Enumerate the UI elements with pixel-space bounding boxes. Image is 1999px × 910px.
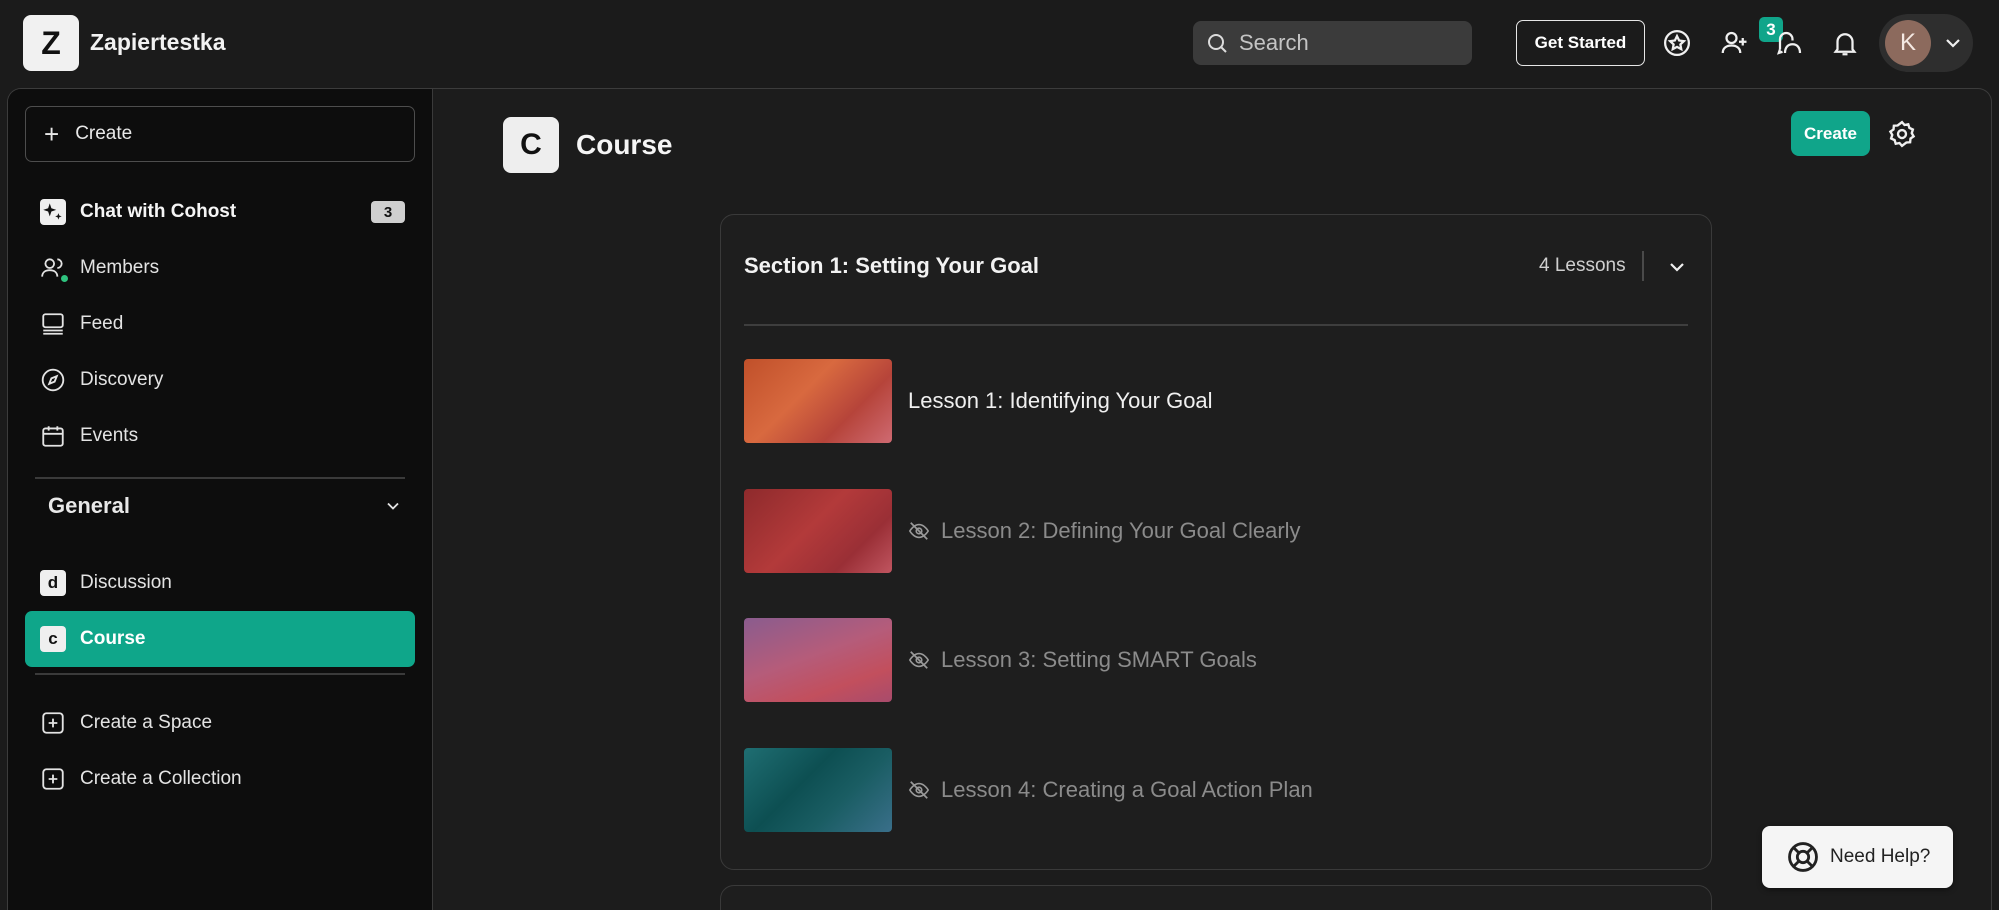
messages-icon: [1776, 31, 1802, 55]
lesson-title[interactable]: Lesson 1: Identifying Your Goal: [908, 388, 1213, 414]
gear-icon[interactable]: [1887, 119, 1917, 149]
eye-off-icon: [908, 522, 930, 540]
get-started-button[interactable]: Get Started: [1516, 20, 1645, 66]
course-icon-wrap: c: [40, 626, 66, 652]
lesson-title-text: Lesson 2: Defining Your Goal Clearly: [941, 518, 1301, 543]
messages-button[interactable]: [1773, 26, 1807, 60]
sidebar-item-discussion[interactable]: d Discussion: [25, 555, 415, 611]
lesson-title[interactable]: Lesson 2: Defining Your Goal Clearly: [908, 518, 1301, 544]
search-input[interactable]: [1239, 30, 1459, 56]
feed-icon: [40, 311, 66, 337]
sidebar-item-feed[interactable]: Feed: [25, 296, 415, 352]
online-status-dot: [60, 274, 69, 283]
chevron-down-icon[interactable]: [1941, 31, 1965, 55]
lesson-thumbnail[interactable]: [744, 618, 892, 702]
chevron-down-icon[interactable]: [1665, 255, 1689, 279]
account-menu[interactable]: K: [1879, 14, 1973, 72]
lesson-thumbnail[interactable]: [744, 489, 892, 573]
plus-square-icon: [40, 766, 66, 792]
chevron-down-icon[interactable]: [383, 496, 403, 516]
lesson-row[interactable]: Lesson 4: Creating a Goal Action Plan: [744, 748, 1684, 832]
star-badge-icon: [1664, 30, 1690, 56]
sidebar-group-label: General: [48, 493, 130, 518]
discussion-space-icon: d: [40, 570, 66, 596]
lifebuoy-icon: [1788, 842, 1818, 872]
eye-off-icon: [908, 781, 930, 799]
lesson-title[interactable]: Lesson 4: Creating a Goal Action Plan: [908, 777, 1313, 803]
sidebar-item-label: Course: [80, 628, 146, 649]
lesson-thumbnail[interactable]: [744, 359, 892, 443]
plus-square-icon: [40, 710, 66, 736]
sparkle-icon-wrap: [40, 199, 66, 225]
calendar-icon: [40, 423, 66, 449]
need-help-button[interactable]: Need Help?: [1762, 826, 1953, 888]
sidebar-item-label: Events: [80, 425, 139, 446]
app-frame: + Create Chat with Cohost 3 Members Feed…: [7, 88, 1992, 910]
plus-icon: +: [44, 119, 60, 149]
sidebar-item-label: Create a Collection: [80, 768, 242, 789]
lesson-title-text: Lesson 1: Identifying Your Goal: [908, 388, 1213, 413]
page-title: Course: [576, 129, 673, 160]
lesson-row[interactable]: Lesson 3: Setting SMART Goals: [744, 618, 1684, 702]
avatar[interactable]: K: [1885, 20, 1931, 66]
members-icon: [40, 255, 69, 283]
header-separator: [1642, 251, 1644, 281]
lessons-count: 4 Lessons: [1539, 255, 1626, 276]
search-icon: [1208, 34, 1227, 53]
search-box[interactable]: [1193, 21, 1472, 65]
sidebar-item-chat-with-cohost[interactable]: Chat with Cohost 3: [25, 184, 415, 240]
sidebar-item-label: Create a Space: [80, 712, 213, 733]
discussion-icon-wrap: d: [40, 570, 66, 596]
sidebar-item-discovery[interactable]: Discovery: [25, 352, 415, 408]
create-lesson-button[interactable]: Create: [1791, 111, 1870, 156]
section-title[interactable]: Section 1: Setting Your Goal: [744, 253, 1039, 279]
add-user-icon: [1721, 31, 1747, 54]
sidebar-item-members[interactable]: Members: [25, 240, 415, 296]
invite-members-button[interactable]: [1717, 26, 1751, 60]
sidebar-item-label: Chat with Cohost: [80, 201, 237, 222]
lesson-row[interactable]: Lesson 2: Defining Your Goal Clearly: [744, 489, 1684, 573]
bell-icon: [1833, 33, 1857, 56]
sidebar-item-label: Members: [80, 257, 160, 278]
lesson-title-text: Lesson 3: Setting SMART Goals: [941, 647, 1257, 672]
notifications-button[interactable]: [1828, 26, 1862, 60]
sidebar-item-create-space[interactable]: Create a Space: [25, 695, 415, 751]
need-help-label: Need Help?: [1830, 846, 1931, 867]
chat-count-badge: 3: [371, 201, 405, 223]
sidebar-item-label: Discovery: [80, 369, 164, 390]
next-section-card: [720, 885, 1712, 910]
sparkle-icon: [40, 199, 66, 225]
page-icon: C: [503, 117, 559, 173]
sidebar-item-label: Discussion: [80, 572, 172, 593]
section-divider: [744, 324, 1688, 326]
lesson-thumbnail[interactable]: [744, 748, 892, 832]
sidebar-item-label: Feed: [80, 313, 124, 334]
sidebar-item-create-collection[interactable]: Create a Collection: [25, 751, 415, 807]
sidebar-item-course[interactable]: c Course: [25, 611, 415, 667]
sidebar: + Create Chat with Cohost 3 Members Feed…: [8, 89, 433, 910]
compass-icon: [40, 367, 66, 393]
section-card: Section 1: Setting Your Goal 4 Lessons L…: [720, 214, 1712, 870]
sidebar-item-events[interactable]: Events: [25, 408, 415, 464]
sidebar-divider: [35, 477, 405, 479]
lesson-title[interactable]: Lesson 3: Setting SMART Goals: [908, 647, 1257, 673]
sidebar-group-general[interactable]: General: [48, 493, 403, 519]
course-space-icon: c: [40, 626, 66, 652]
sidebar-divider: [35, 673, 405, 675]
top-bar: Z Zapiertestka Get Started 3 K: [0, 0, 1999, 88]
community-name[interactable]: Zapiertestka: [90, 29, 226, 56]
lesson-title-text: Lesson 4: Creating a Goal Action Plan: [941, 777, 1313, 802]
lesson-row[interactable]: Lesson 1: Identifying Your Goal: [744, 359, 1684, 443]
sidebar-create-label: Create: [75, 123, 133, 144]
star-badge-button[interactable]: [1660, 26, 1694, 60]
sidebar-create-button[interactable]: + Create: [25, 106, 415, 162]
eye-off-icon: [908, 651, 930, 669]
community-logo[interactable]: Z: [23, 15, 79, 71]
